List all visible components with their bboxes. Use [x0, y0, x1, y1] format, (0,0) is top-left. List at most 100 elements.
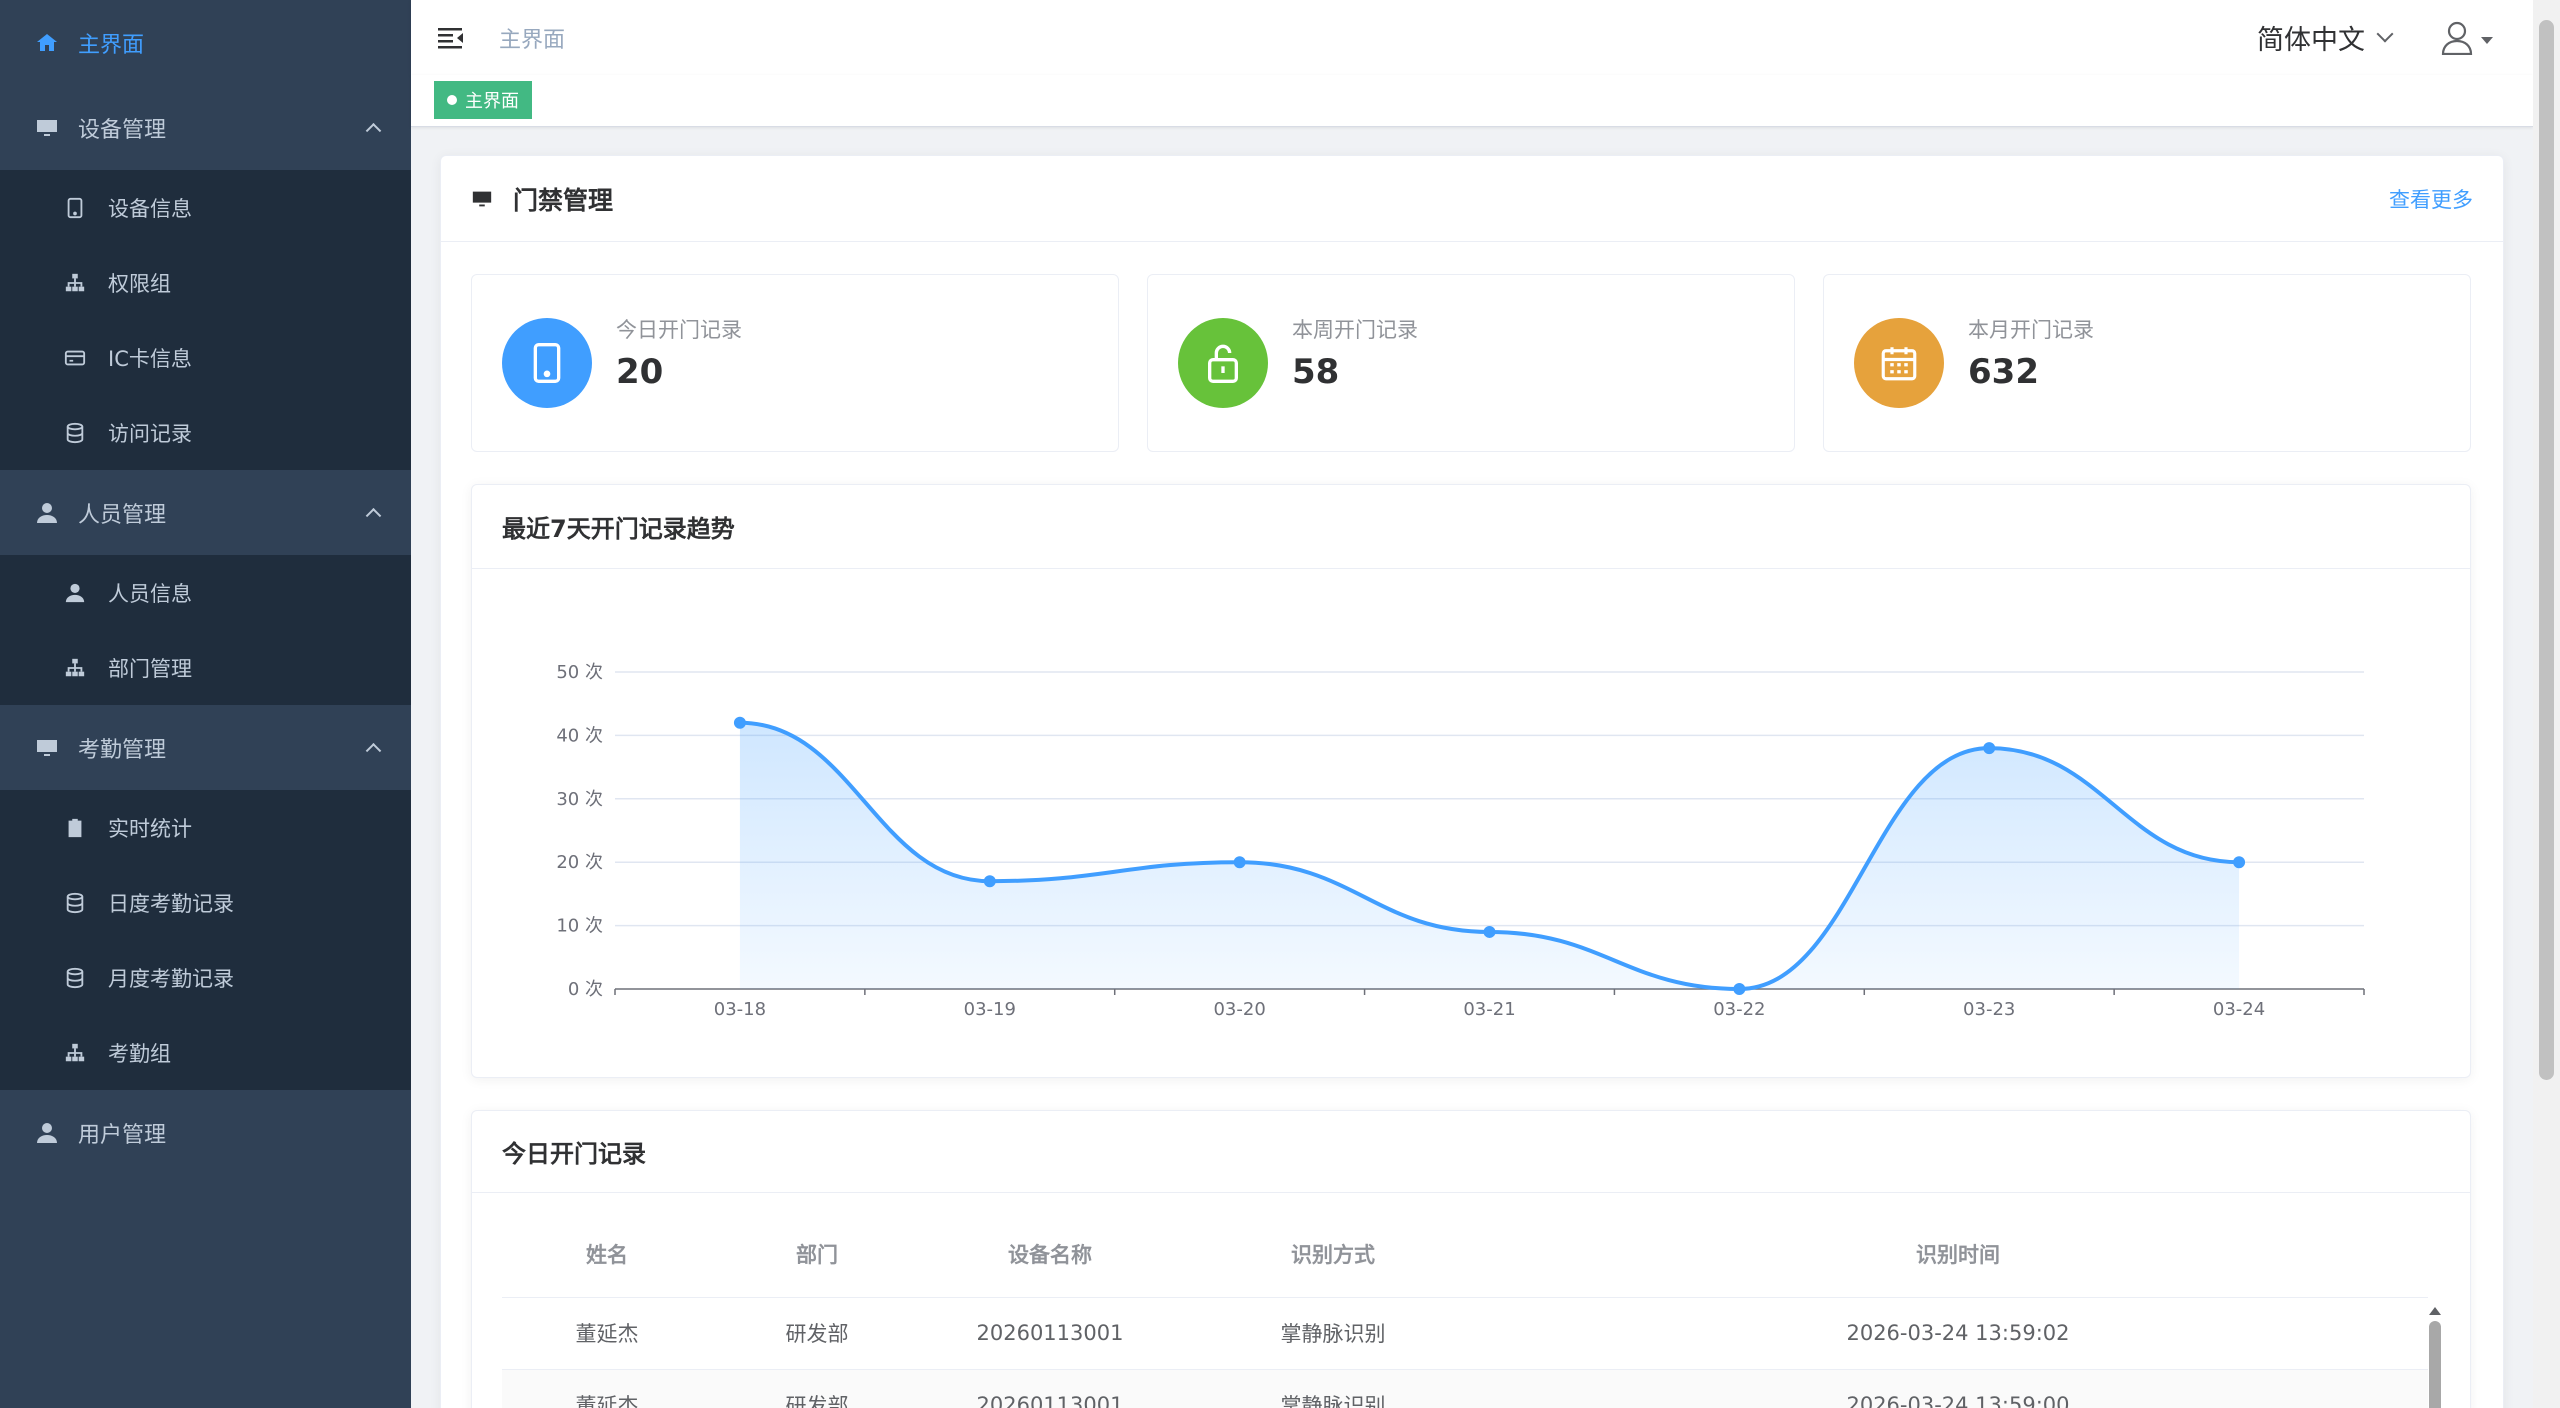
- sidebar-item-home[interactable]: 主界面: [0, 0, 411, 85]
- y-tick-label: 0 次: [568, 979, 603, 1000]
- cell-name: 董延杰: [502, 1369, 712, 1408]
- breadcrumb: 主界面: [499, 27, 566, 53]
- stat-label: 今日开门记录: [616, 318, 742, 342]
- sidebar-item-ic-card[interactable]: IC卡信息: [0, 320, 411, 395]
- tablet-icon: [62, 195, 88, 221]
- home-icon: [32, 28, 62, 58]
- trend-card-header: 最近7天开门记录趋势: [472, 485, 2470, 569]
- cell-method: 掌静脉识别: [1178, 1369, 1488, 1408]
- sidebar-item-monthly-attendance[interactable]: 月度考勤记录: [0, 940, 411, 1015]
- language-label: 简体中文: [2257, 25, 2365, 56]
- data-point: [1733, 983, 1746, 995]
- stat-week: 本周开门记录 58: [1147, 274, 1795, 452]
- table-scrollbar[interactable]: [2428, 1305, 2442, 1408]
- monitor-icon: [32, 113, 62, 143]
- chevron-up-icon: [365, 122, 382, 139]
- cell-time: 2026-03-24 13:59:00: [1488, 1369, 2428, 1408]
- menu-fold-icon: [438, 27, 463, 48]
- table-row[interactable]: 董延杰 研发部 20260113001 掌静脉识别 2026-03-24 13:…: [502, 1369, 2428, 1408]
- y-tick-label: 50 次: [556, 662, 603, 683]
- data-point: [2233, 856, 2246, 869]
- sidebar-item-person-info[interactable]: 人员信息: [0, 555, 411, 630]
- sidebar-item-device-info[interactable]: 设备信息: [0, 170, 411, 245]
- data-point: [1483, 925, 1496, 938]
- today-records-header: 今日开门记录: [472, 1111, 2470, 1193]
- column-header: 姓名: [502, 1211, 712, 1298]
- sidebar-item-label: 权限组: [108, 271, 171, 296]
- tree-icon: [62, 270, 88, 296]
- sidebar-item-label: 设备信息: [108, 196, 192, 221]
- sidebar-group-personnel[interactable]: 人员管理: [0, 470, 411, 555]
- monitor-icon: [32, 733, 62, 763]
- database-icon: [62, 965, 88, 991]
- user-icon: [32, 1118, 62, 1148]
- access-card-header: 门禁管理 查看更多: [441, 156, 2503, 242]
- right-menu: 简体中文: [2257, 0, 2493, 75]
- sidebar-item-label: 考勤组: [108, 1041, 171, 1066]
- sidebar-item-attendance-group[interactable]: 考勤组: [0, 1015, 411, 1090]
- sidebar-group-label: 人员管理: [78, 502, 167, 528]
- sidebar-item-label: 访问记录: [108, 421, 192, 446]
- view-more-link[interactable]: 查看更多: [2389, 184, 2473, 214]
- submenu-attendance: 实时统计 日度考勤记录 月度考勤记录 考勤组: [0, 790, 411, 1090]
- cell-device: 20260113001: [922, 1369, 1178, 1408]
- data-point: [1233, 856, 1246, 869]
- table-row[interactable]: 董延杰 研发部 20260113001 掌静脉识别 2026-03-24 13:…: [502, 1297, 2428, 1370]
- table-header-row: 姓名 部门 设备名称 识别方式 识别时间: [502, 1211, 2428, 1298]
- card-icon: [62, 345, 88, 371]
- sidebar-item-realtime-stats[interactable]: 实时统计: [0, 790, 411, 865]
- user-icon: [32, 498, 62, 528]
- x-tick-label: 03-18: [714, 999, 766, 1020]
- sidebar-item-daily-attendance[interactable]: 日度考勤记录: [0, 865, 411, 940]
- data-point: [733, 716, 746, 729]
- calendar-icon: [1854, 318, 1944, 408]
- user-menu[interactable]: [2441, 21, 2493, 55]
- scroll-thumb[interactable]: [2539, 20, 2554, 1080]
- sidebar-group-device[interactable]: 设备管理: [0, 85, 411, 170]
- language-selector[interactable]: 简体中文: [2257, 18, 2394, 57]
- submenu-personnel: 人员信息 部门管理: [0, 555, 411, 705]
- data-point: [983, 875, 996, 888]
- sidebar-item-label: 人员信息: [108, 581, 192, 606]
- chevron-down-icon: [2376, 25, 2394, 42]
- trend-chart: 0 次 10 次 20 次 30 次 40 次 50 次 03-18 03-19 03-20 03…: [556, 662, 2365, 1020]
- avatar-icon: [2441, 21, 2473, 55]
- cell-method: 掌静脉识别: [1178, 1297, 1488, 1370]
- data-point: [1983, 742, 1996, 755]
- sidebar-item-access-log[interactable]: 访问记录: [0, 395, 411, 470]
- user-icon: [62, 580, 88, 606]
- scroll-thumb[interactable]: [2429, 1321, 2441, 1408]
- y-tick-label: 10 次: [556, 916, 603, 937]
- tree-icon: [62, 1040, 88, 1066]
- sidebar-item-label: 日度考勤记录: [108, 891, 234, 916]
- x-tick-label: 03-23: [1963, 999, 2015, 1020]
- page-scrollbar[interactable]: [2533, 0, 2560, 1408]
- chevron-up-icon: [365, 742, 382, 759]
- sidebar-item-users[interactable]: 用户管理: [0, 1090, 411, 1175]
- tablet-icon: [502, 318, 592, 408]
- y-tick-label: 20 次: [556, 852, 603, 873]
- sidebar-item-department[interactable]: 部门管理: [0, 630, 411, 705]
- sidebar-item-label: 用户管理: [78, 1122, 167, 1148]
- sidebar-group-attendance[interactable]: 考勤管理: [0, 705, 411, 790]
- today-records-card: 今日开门记录 姓名 部门 设备名称 识别方式 识别时间 董延杰 研发部 2026…: [471, 1110, 2471, 1408]
- access-card: 门禁管理 查看更多 今日开门记录 20 本周开门记录 58 本月开门记录 632…: [440, 155, 2504, 1408]
- x-tick-label: 03-24: [2213, 999, 2265, 1020]
- unlock-icon: [1178, 318, 1268, 408]
- records-table: 姓名 部门 设备名称 识别方式 识别时间 董延杰 研发部 20260113001…: [502, 1211, 2428, 1408]
- tree-icon: [62, 655, 88, 681]
- cell-name: 董延杰: [502, 1297, 712, 1370]
- series-area: [739, 722, 2240, 989]
- x-tick-label: 03-19: [964, 999, 1016, 1020]
- sidebar-item-label: 实时统计: [108, 816, 192, 841]
- sidebar-item-permission-group[interactable]: 权限组: [0, 245, 411, 320]
- cell-department: 研发部: [712, 1369, 922, 1408]
- hamburger-button[interactable]: [433, 20, 469, 56]
- tag-home[interactable]: 主界面: [434, 81, 532, 119]
- stat-label: 本周开门记录: [1292, 318, 1418, 342]
- stat-today: 今日开门记录 20: [471, 274, 1119, 452]
- tags-view: 主界面: [411, 75, 2533, 127]
- y-tick-label: 30 次: [556, 789, 603, 810]
- access-title: 门禁管理: [513, 185, 614, 215]
- cell-device: 20260113001: [922, 1297, 1178, 1370]
